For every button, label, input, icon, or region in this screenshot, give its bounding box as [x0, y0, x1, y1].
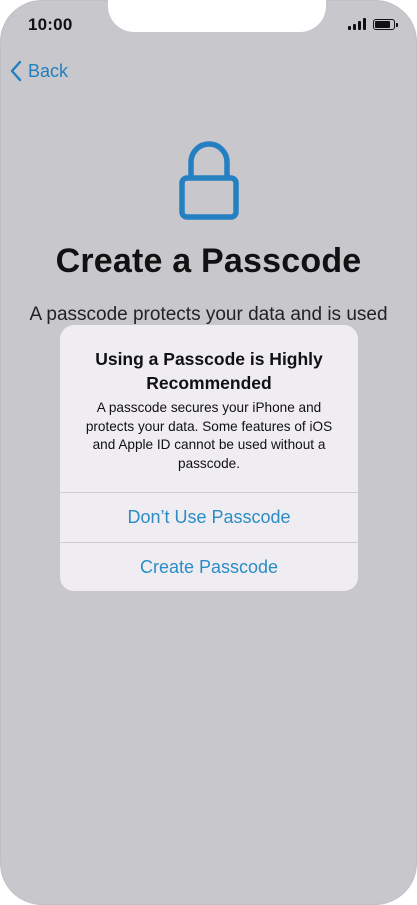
create-passcode-button[interactable]: Create Passcode — [60, 543, 358, 591]
status-time: 10:00 — [28, 15, 73, 34]
dont-use-passcode-button[interactable]: Don’t Use Passcode — [60, 493, 358, 541]
page-subtitle: A passcode protects your data and is use… — [29, 304, 388, 325]
alert-title: Using a Passcode is Highly Recommended — [95, 349, 323, 393]
device-notch — [108, 0, 326, 32]
chevron-left-icon — [10, 60, 22, 82]
lock-icon — [179, 141, 239, 220]
phone-screen: 10:00 Back Create a Passcode A passcode … — [0, 0, 417, 905]
back-label: Back — [28, 60, 69, 81]
battery-icon — [373, 18, 398, 30]
alert-message: A passcode secures your iPhone and prote… — [85, 400, 333, 471]
status-icons — [348, 18, 398, 30]
passcode-alert-dialog: Using a Passcode is Highly Recommended A… — [60, 325, 358, 591]
cellular-signal-icon — [348, 18, 366, 30]
page-title: Create a Passcode — [55, 242, 362, 280]
back-button[interactable]: Back — [10, 60, 68, 82]
